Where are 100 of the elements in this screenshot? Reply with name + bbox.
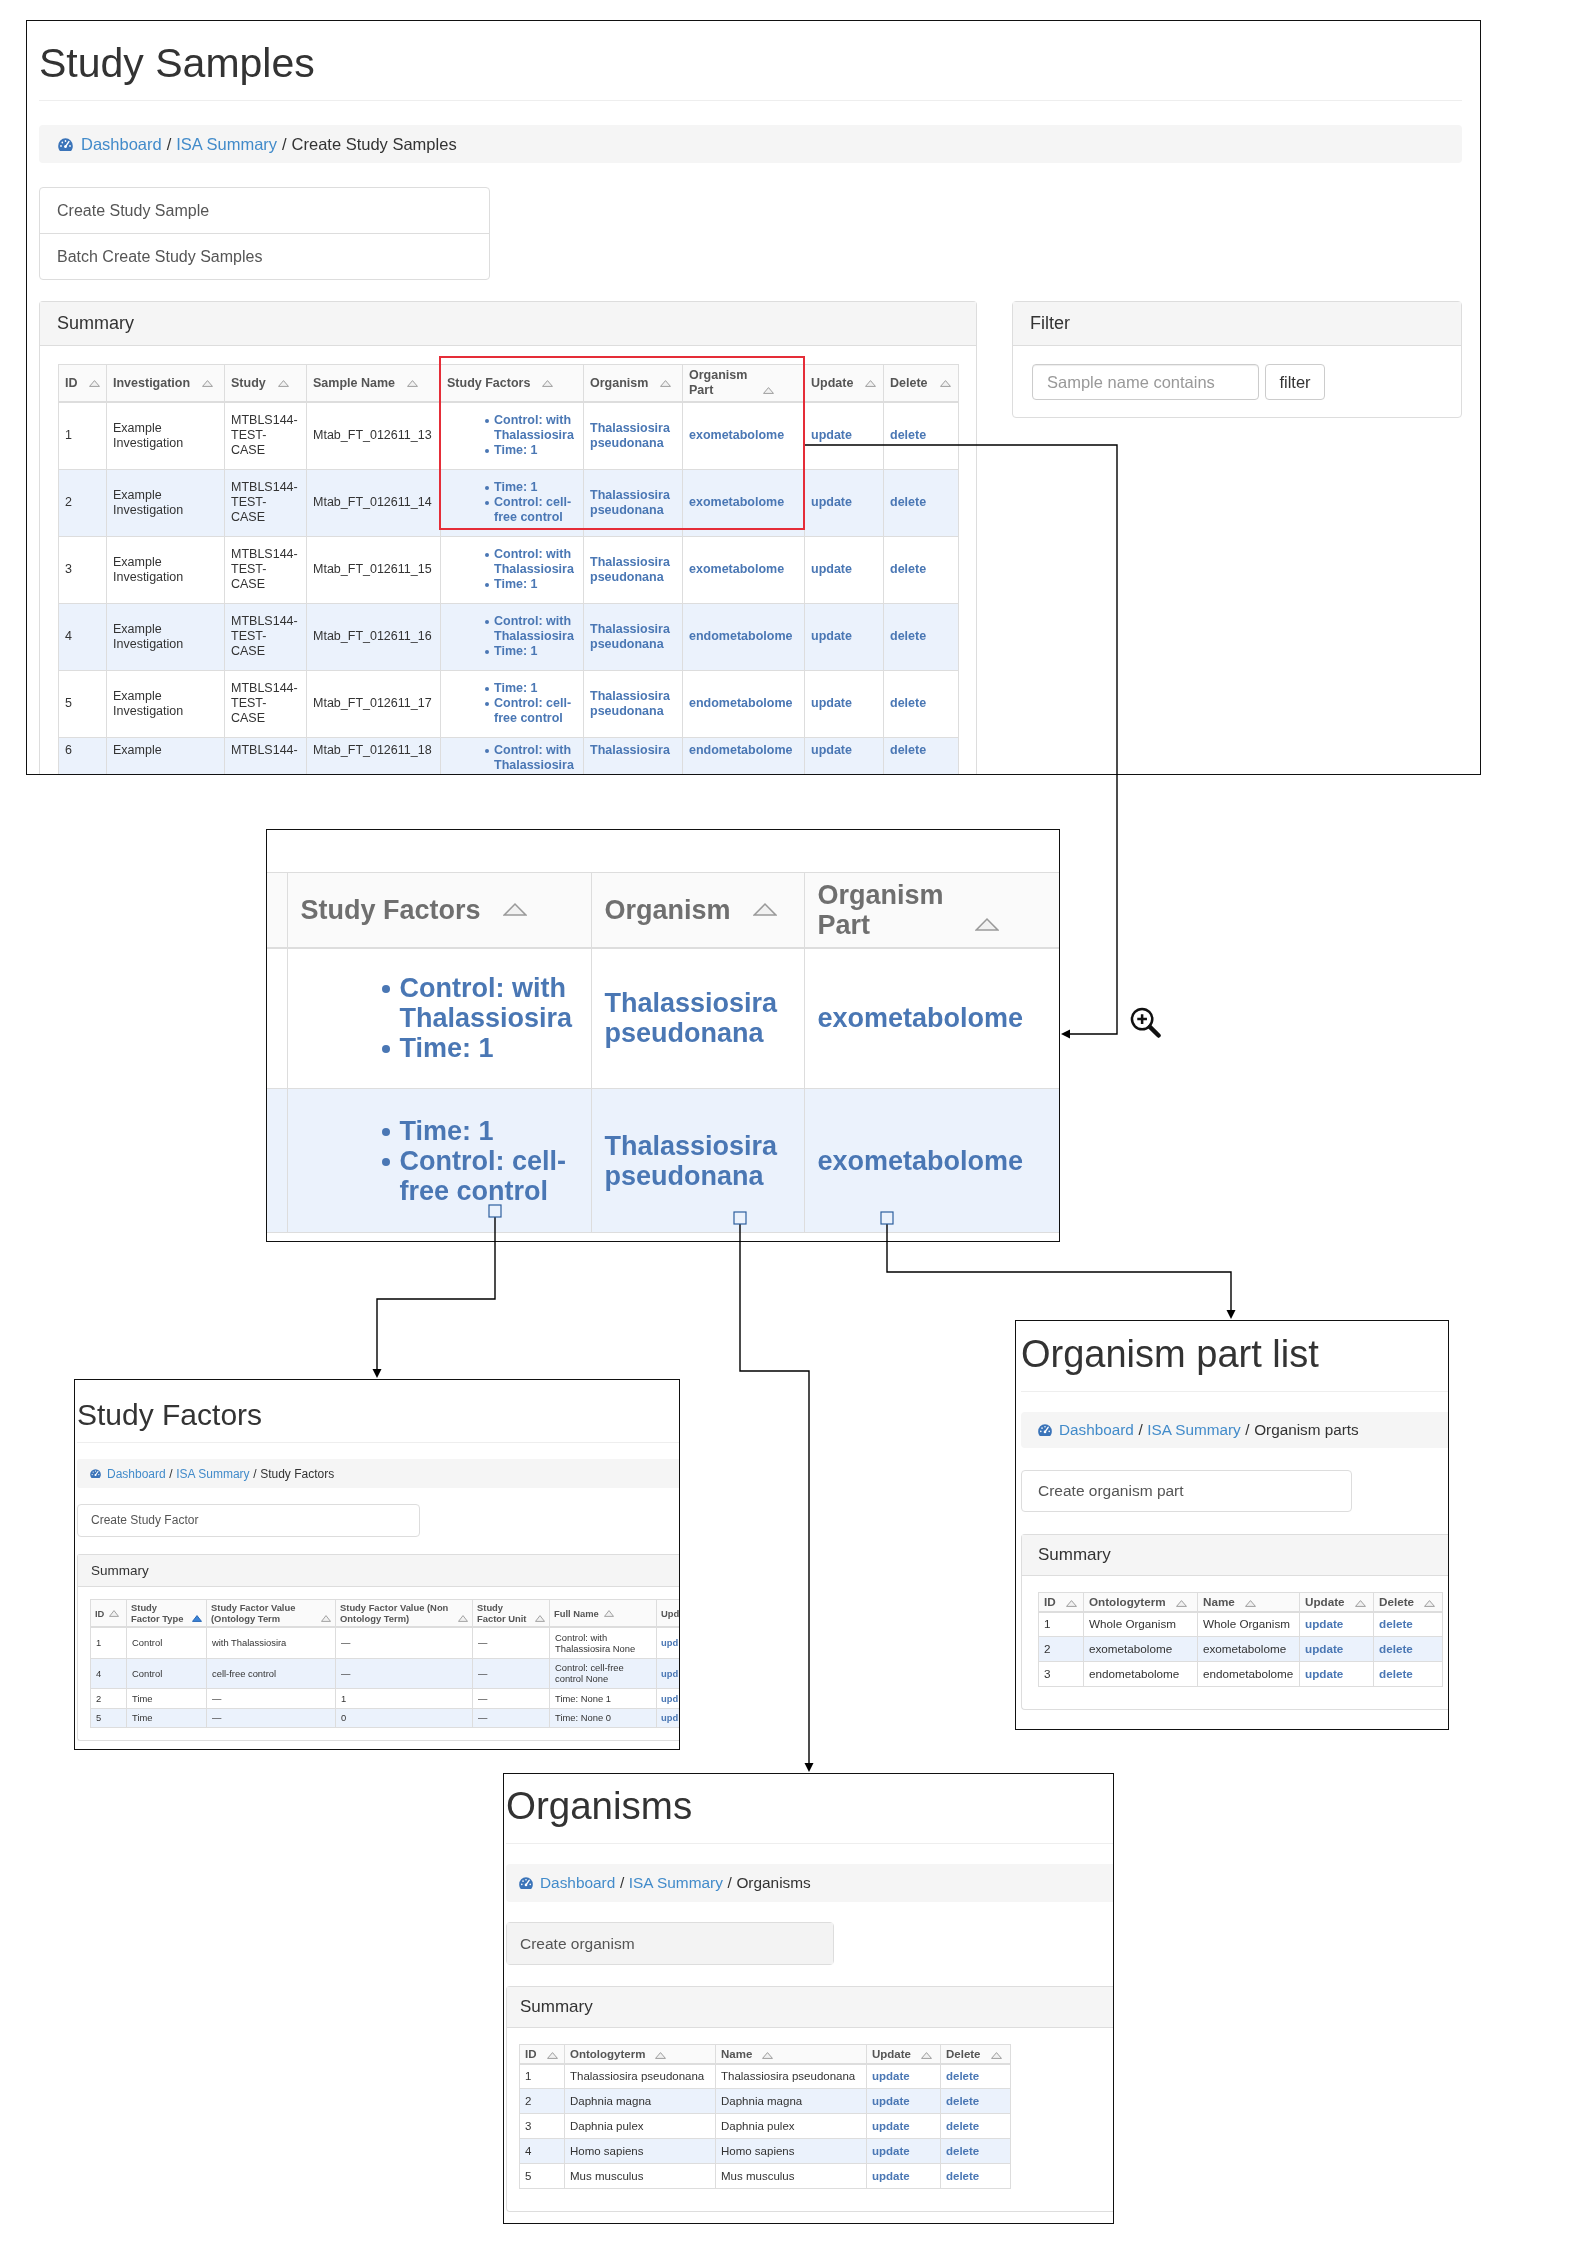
sort-icon[interactable] <box>89 379 100 387</box>
bullet-icon <box>485 553 489 557</box>
sort-icon[interactable] <box>546 2051 558 2059</box>
factor-link[interactable]: Time: 1 <box>494 644 538 659</box>
sort-icon[interactable] <box>1244 1599 1256 1607</box>
bullet-icon <box>485 419 489 424</box>
sort-icon[interactable] <box>763 387 774 394</box>
column-header[interactable]: Full Name <box>554 1607 599 1619</box>
action-list-item[interactable]: Create organism part <box>1022 1471 1351 1511</box>
breadcrumb-link[interactable]: ISA Summary <box>176 134 278 154</box>
column-header[interactable]: ID <box>65 375 77 391</box>
factor-link[interactable]: Time: 1 <box>494 480 538 495</box>
factor-link[interactable]: Control: cell-free control <box>494 495 577 525</box>
table-cell: endometabolome <box>1197 1661 1300 1687</box>
factor-link[interactable]: Control: with Thalassiosira <box>494 614 577 644</box>
table-link[interactable]: delete <box>890 495 927 510</box>
table-link[interactable]: endometabolome <box>689 629 793 644</box>
factor-link[interactable]: Time: 1 <box>399 1115 494 1146</box>
breadcrumb-link[interactable]: Dashboard <box>1059 1421 1134 1439</box>
zoom-in-icon <box>1130 1007 1161 1038</box>
sort-icon[interactable] <box>1424 1599 1436 1607</box>
table-cell: Daphnia magna <box>564 2088 716 2114</box>
table-cell: Time: None 0 <box>549 1708 657 1727</box>
column-header[interactable]: Study <box>231 375 266 391</box>
table-link[interactable]: exometabolome <box>689 562 785 577</box>
factor-link[interactable]: Control: with Thalassiosira <box>494 413 577 444</box>
table-cell: Control: with Thalassiosira None <box>549 1627 657 1658</box>
sort-icon[interactable] <box>1065 1599 1077 1607</box>
column-header[interactable]: Name <box>721 2046 753 2061</box>
sort-icon[interactable] <box>921 2051 932 2059</box>
table-link[interactable]: exometabolome <box>689 428 785 444</box>
table-link[interactable]: delete <box>890 428 927 444</box>
action-list-item[interactable]: Create Study Sample <box>40 188 489 233</box>
table-link[interactable]: delete <box>890 696 927 711</box>
column-header[interactable]: ID <box>525 2046 537 2061</box>
factor-link[interactable]: Time: 1 <box>494 443 538 459</box>
sort-icon[interactable] <box>277 379 289 387</box>
action-list-item[interactable]: Create organism <box>507 1923 833 1964</box>
column-header[interactable]: ID <box>1044 1594 1056 1609</box>
breadcrumb-link[interactable]: Dashboard <box>81 134 162 154</box>
table-link[interactable]: exometabolome <box>689 495 785 510</box>
breadcrumb-link[interactable]: ISA Summary <box>176 1466 250 1481</box>
sort-icon[interactable] <box>109 1609 120 1617</box>
table-cell: 1 <box>90 1627 127 1658</box>
table-link[interactable]: exometabolome <box>817 1003 1024 1034</box>
table-cell: Daphnia pulex <box>715 2113 867 2139</box>
sort-icon[interactable] <box>655 2051 667 2059</box>
bullet-icon <box>485 650 489 654</box>
filter-button[interactable]: filter <box>1265 364 1325 400</box>
factor-link[interactable]: Control: cell-free control <box>399 1145 578 1206</box>
breadcrumb-link[interactable]: ISA Summary <box>1147 1421 1241 1439</box>
factor-link[interactable]: Control: cell-free control <box>494 696 577 726</box>
table-link[interactable]: delete <box>890 562 927 577</box>
breadcrumb-link[interactable]: Dashboard <box>540 1874 616 1892</box>
sort-icon[interactable] <box>542 379 554 387</box>
table-link[interactable]: delete <box>890 629 927 644</box>
sort-icon[interactable] <box>535 1615 545 1622</box>
factor-link[interactable]: Control: with Thalassiosira <box>494 547 577 577</box>
sort-icon[interactable] <box>458 1615 468 1622</box>
sort-icon[interactable] <box>990 2051 1002 2059</box>
sort-icon[interactable] <box>939 379 951 387</box>
breadcrumb-link[interactable]: Dashboard <box>107 1466 166 1481</box>
sort-icon[interactable] <box>752 902 777 916</box>
sort-icon[interactable] <box>192 1615 202 1622</box>
search-field[interactable]: Sample name contains <box>1032 364 1259 400</box>
table-link[interactable]: update <box>811 495 852 510</box>
factor-link[interactable]: Time: 1 <box>494 577 538 592</box>
table-cell: Time: None 1 <box>549 1688 657 1708</box>
summary-heading: Summary <box>507 1987 1113 2028</box>
sort-icon[interactable] <box>407 379 418 387</box>
breadcrumb-link[interactable]: ISA Summary <box>628 1874 723 1892</box>
sort-icon[interactable] <box>865 379 877 387</box>
sort-icon[interactable] <box>660 379 672 387</box>
sort-icon[interactable] <box>1175 1599 1187 1607</box>
table-cell: Time <box>126 1688 207 1708</box>
table-link[interactable]: update <box>811 629 852 644</box>
factor-link[interactable]: Time: 1 <box>494 681 538 696</box>
sort-icon[interactable] <box>974 917 999 931</box>
table-link[interactable]: update <box>811 696 852 711</box>
table-link[interactable]: endometabolome <box>689 696 793 711</box>
breadcrumb-separator: / <box>1245 1421 1250 1439</box>
table-cell: 4 <box>58 603 107 670</box>
table-link[interactable]: update <box>811 562 852 577</box>
factor-link[interactable]: Control: with Thalassiosira <box>399 973 578 1034</box>
column-header[interactable]: ID <box>95 1607 105 1619</box>
sort-icon[interactable] <box>321 1615 331 1622</box>
table-link[interactable]: update <box>811 428 852 444</box>
action-list-item[interactable]: Create Study Factor <box>78 1505 419 1536</box>
factor-link[interactable]: Time: 1 <box>399 1033 494 1064</box>
sort-icon[interactable] <box>502 902 527 916</box>
sort-icon[interactable] <box>1354 1599 1366 1607</box>
breadcrumb-current: Organisms <box>736 1874 811 1892</box>
sort-icon[interactable] <box>762 2051 774 2059</box>
table-cell: Mtab_FT_012611_17 <box>306 670 441 737</box>
bullet-icon <box>381 1127 390 1136</box>
action-list-item[interactable]: Batch Create Study Samples <box>40 233 489 279</box>
sort-icon[interactable] <box>202 379 214 387</box>
sort-icon[interactable] <box>603 1609 614 1617</box>
table-cell: Mus musculus <box>715 2163 867 2189</box>
table-link[interactable]: exometabolome <box>817 1145 1024 1176</box>
